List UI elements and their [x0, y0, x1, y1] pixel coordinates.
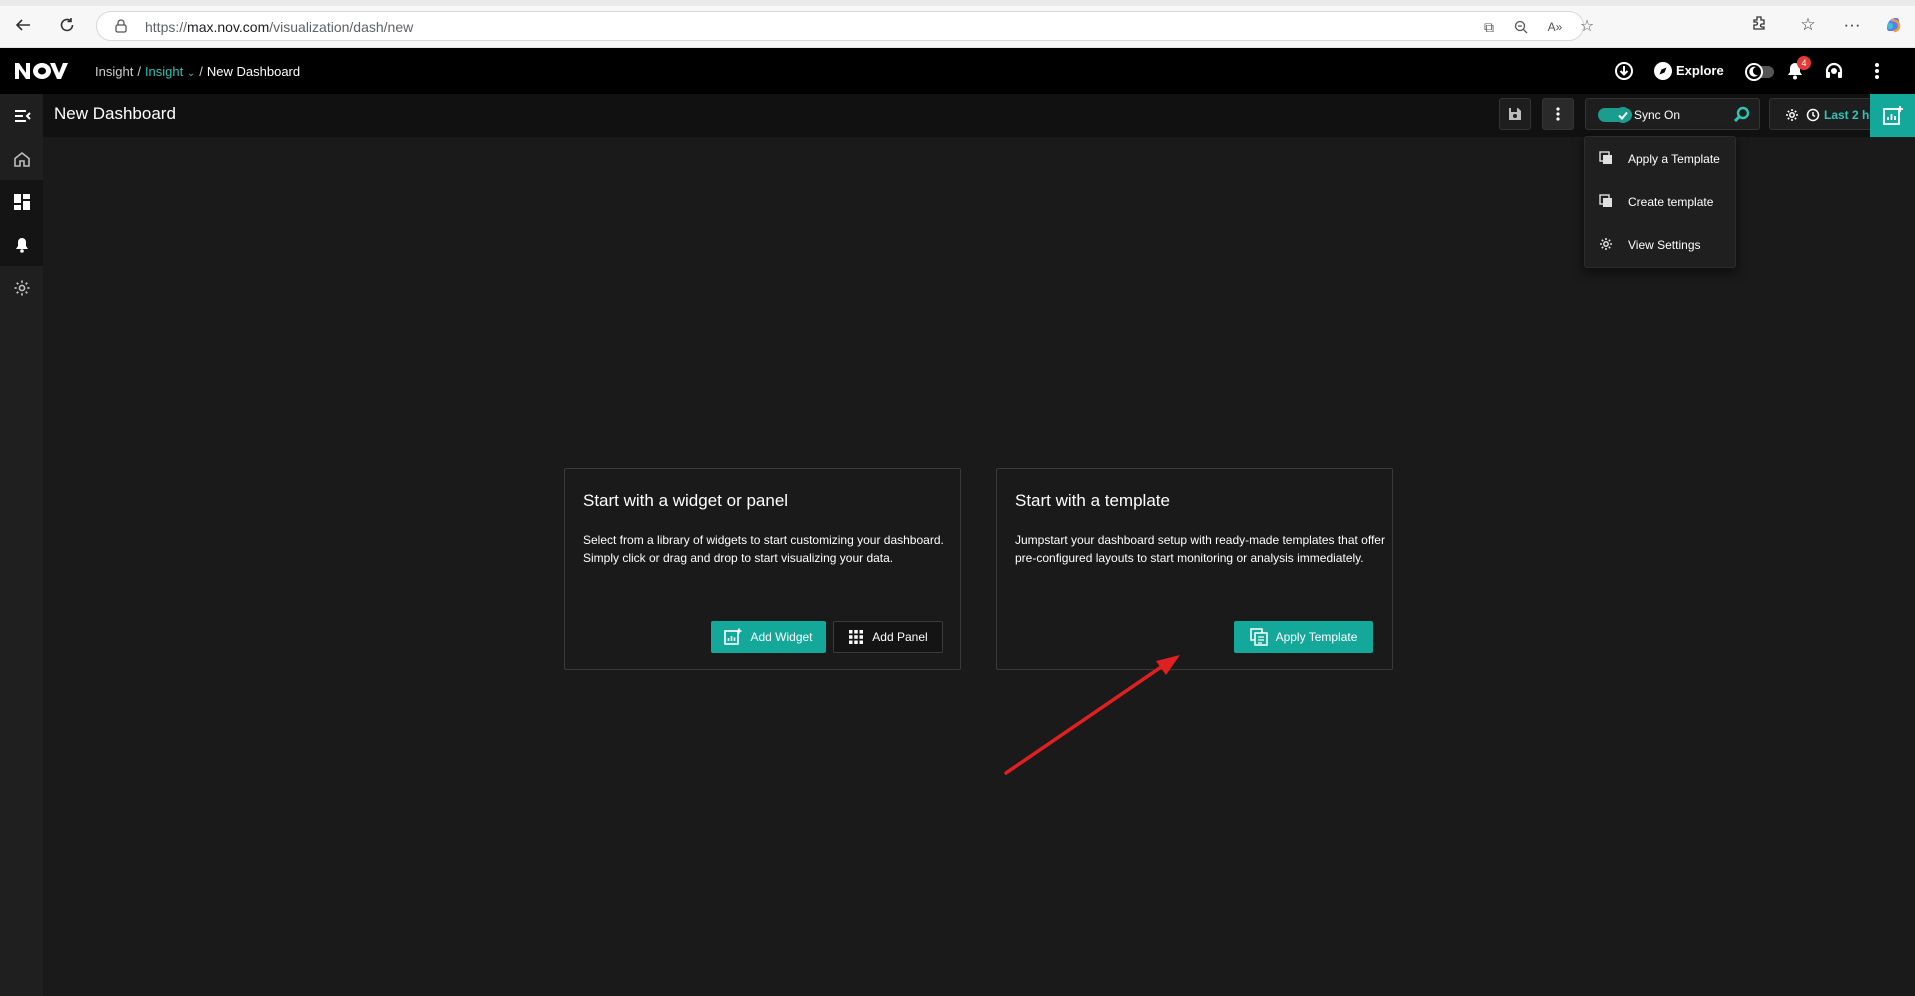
theme-toggle-icon[interactable]: [1742, 60, 1776, 82]
lock-icon: [113, 18, 129, 34]
explore-link[interactable]: Explore: [1676, 63, 1724, 78]
widget-panel-card: Start with a widget or panel Select from…: [564, 468, 961, 670]
add-widget-button[interactable]: Add Widget: [711, 621, 826, 653]
main-content: New Dashboard Sync On Last 2 hours Apply…: [43, 94, 1915, 996]
add-chart-icon: [724, 628, 742, 645]
apply-template-label: Apply Template: [1275, 630, 1358, 644]
template-icon: [1249, 628, 1268, 646]
grid-icon: [849, 630, 864, 644]
extensions-icon[interactable]: [1748, 14, 1770, 36]
add-panel-label: Add Panel: [872, 630, 928, 644]
reload-icon[interactable]: [56, 14, 78, 36]
add-widget-toolbar-button[interactable]: [1870, 94, 1915, 137]
home-icon[interactable]: [0, 137, 43, 180]
card-description: Jumpstart your dashboard setup with read…: [1015, 533, 1385, 565]
template-icon: [1599, 194, 1613, 208]
kebab-menu-icon[interactable]: [1866, 60, 1888, 82]
menu-item-label: Apply a Template: [1628, 152, 1720, 166]
support-headset-icon[interactable]: [1823, 60, 1845, 82]
save-icon: [1509, 108, 1521, 120]
notification-badge: 4: [1797, 56, 1811, 70]
card-title: Start with a template: [1015, 491, 1170, 510]
browser-tab-strip: [0, 0, 1915, 6]
breadcrumb-item-insight[interactable]: Insight: [95, 64, 133, 79]
alerts-bell-icon[interactable]: [0, 223, 43, 266]
side-nav: [0, 94, 43, 996]
open-in-app-icon[interactable]: ⧉: [1481, 19, 1497, 35]
sync-toggle[interactable]: [1598, 107, 1632, 123]
save-button[interactable]: [1499, 98, 1531, 130]
kebab-icon: [1556, 107, 1560, 121]
sync-label: Sync On: [1634, 108, 1681, 122]
collapse-menu-icon[interactable]: [0, 94, 43, 137]
add-chart-icon: [1882, 105, 1903, 125]
add-panel-button[interactable]: Add Panel: [833, 621, 943, 653]
template-icon: [1599, 151, 1613, 165]
add-widget-label: Add Widget: [750, 630, 813, 644]
template-card: Start with a template Jumpstart your das…: [996, 468, 1393, 670]
options-dropdown-menu: Apply a Template Create template View Se…: [1584, 136, 1736, 268]
sync-control: Sync On: [1585, 98, 1760, 130]
breadcrumb-dropdown-label: Insight: [144, 64, 184, 79]
check-icon: [1615, 107, 1631, 123]
settings-gear-icon[interactable]: [0, 266, 43, 309]
url-text[interactable]: https://max.nov.com/visualization/dash/n…: [145, 19, 413, 35]
gear-icon: [1599, 237, 1613, 251]
dashboard-icon[interactable]: [0, 180, 43, 223]
chevron-down-icon: ⌄: [186, 68, 196, 79]
favorite-star-icon[interactable]: ☆: [1579, 19, 1595, 35]
favorites-icon[interactable]: ☆: [1797, 14, 1819, 36]
menu-item-create-template[interactable]: Create template: [1585, 180, 1737, 223]
app-header: Insight / Insight ⌄ / New Dashboard Explore …: [0, 48, 1915, 94]
menu-item-label: Create template: [1628, 195, 1714, 209]
menu-item-label: View Settings: [1628, 238, 1701, 252]
gear-icon[interactable]: [1785, 108, 1799, 122]
menu-item-apply-template[interactable]: Apply a Template: [1585, 137, 1737, 180]
search-icon[interactable]: [1732, 105, 1752, 125]
card-title: Start with a widget or panel: [583, 491, 789, 510]
breadcrumb-item-insight-dropdown[interactable]: Insight ⌄: [145, 64, 195, 79]
page-title: New Dashboard: [54, 104, 176, 123]
address-bar[interactable]: https://max.nov.com/visualization/dash/n…: [96, 11, 1594, 41]
browser-toolbar: https://max.nov.com/visualization/dash/n…: [0, 0, 1915, 48]
card-description: Select from a library of widgets to star…: [583, 533, 944, 565]
dashboard-toolbar: New Dashboard Sync On Last 2 hours: [43, 94, 1915, 137]
copilot-icon[interactable]: [1882, 14, 1904, 36]
more-options-button[interactable]: [1542, 98, 1574, 130]
nov-logo[interactable]: [14, 59, 70, 83]
read-aloud-icon[interactable]: A»: [1547, 19, 1563, 35]
clock-icon: [1806, 108, 1820, 122]
back-icon[interactable]: [12, 14, 34, 36]
more-dots-icon[interactable]: ···: [1841, 14, 1863, 36]
compass-icon[interactable]: [1652, 60, 1674, 82]
download-icon[interactable]: [1613, 60, 1635, 82]
screen: https://max.nov.com/visualization/dash/n…: [0, 0, 1915, 996]
breadcrumb: Insight / Insight ⌄ / New Dashboard: [95, 64, 300, 79]
breadcrumb-separator: /: [137, 64, 141, 79]
apply-template-button[interactable]: Apply Template: [1234, 621, 1373, 653]
menu-item-view-settings[interactable]: View Settings: [1585, 223, 1737, 266]
breadcrumb-separator: /: [199, 64, 203, 79]
zoom-icon[interactable]: [1513, 19, 1529, 35]
breadcrumb-item-current: New Dashboard: [206, 64, 301, 79]
